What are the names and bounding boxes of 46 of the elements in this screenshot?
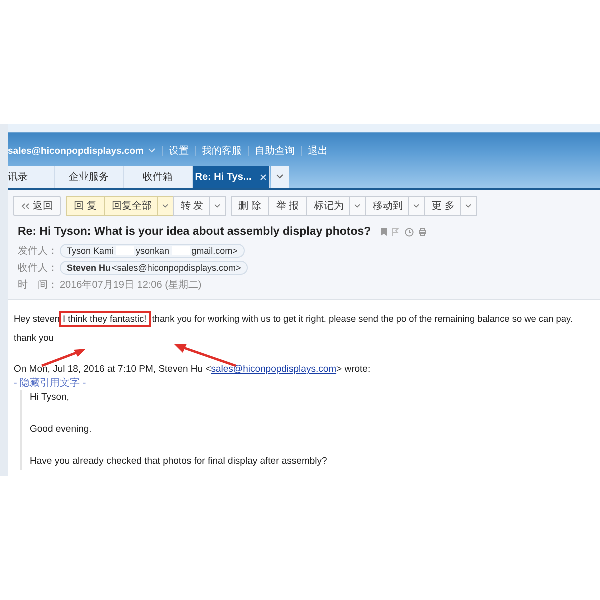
- toolbar-button[interactable]: 删 除: [230, 196, 270, 216]
- double-chevron-icon: [21, 202, 30, 210]
- chevron-icon: [276, 174, 284, 180]
- chevron-icon: [413, 204, 420, 208]
- toolbar-button[interactable]: 回复全部: [104, 196, 158, 216]
- close-icon[interactable]: [260, 174, 267, 180]
- quoted-text: Have you already checked that photos for final display after assembly?: [30, 455, 328, 469]
- bookmark-icon[interactable]: [381, 228, 388, 236]
- quote-header: On Mon, Jul 18, 2016 at 7:10 PM, Steven Hu <sales@hiconpopdisplays.com> wrote:: [14, 364, 372, 375]
- chevron-icon: [214, 204, 221, 208]
- quoted-text: Hi Tyson,: [30, 391, 70, 405]
- dropdown-button[interactable]: [408, 196, 426, 216]
- tab[interactable]: 企业服务: [55, 166, 124, 188]
- chevron-icon: [354, 204, 362, 208]
- tab-dropdown-button[interactable]: [271, 166, 289, 188]
- dropdown-button[interactable]: [349, 196, 366, 216]
- dropdown-button[interactable]: [208, 196, 226, 216]
- sender-chip[interactable]: Tyson Kami ysonkan gmail.com>: [60, 244, 245, 258]
- recipient-chip[interactable]: Steven Hu<sales@hiconpopdisplays.com>: [60, 260, 248, 274]
- clock-icon[interactable]: [405, 228, 414, 236]
- back-button[interactable]: 返回: [13, 196, 61, 216]
- dropdown-button[interactable]: [460, 196, 477, 216]
- chevron-icon: [148, 148, 156, 154]
- dropdown-button[interactable]: [156, 196, 174, 216]
- chevron-icon: [464, 204, 472, 208]
- message-text: Hey steven I think they fantastic! thank you for working with us to get it right. please send the po of the remaining balance so we can pay. thank you: [14, 310, 586, 348]
- tab[interactable]: 收件箱: [124, 166, 193, 188]
- field-label: 发件人：: [18, 244, 58, 258]
- hide-quote-link[interactable]: - 隐藏引用文字 -: [14, 376, 594, 390]
- field-label: 时 间：: [18, 278, 58, 292]
- printer-icon[interactable]: [419, 228, 428, 236]
- toolbar-button[interactable]: 回 复: [66, 196, 105, 216]
- toolbar-button[interactable]: 标记为: [306, 196, 350, 216]
- tab[interactable]: Re: Hi Tys...: [193, 166, 270, 188]
- quoted-text: Good evening.: [30, 423, 93, 437]
- email-link[interactable]: sales@hiconpopdisplays.com: [211, 364, 337, 375]
- flag-icon[interactable]: [392, 228, 400, 236]
- email-subject: Re: Hi Tyson: What is your idea about assembly display photos?: [18, 226, 372, 238]
- toolbar-button[interactable]: 转 发: [172, 196, 210, 216]
- sent-time: 2016年07月19日 12:06 (星期二): [60, 278, 202, 292]
- field-label: 收件人：: [18, 262, 58, 274]
- toolbar-button[interactable]: 举 报: [268, 196, 308, 216]
- tab[interactable]: 讯录: [8, 166, 55, 188]
- chevron-icon: [162, 204, 169, 208]
- toolbar-button[interactable]: 更 多: [424, 196, 461, 216]
- toolbar-button[interactable]: 移动到: [365, 196, 410, 216]
